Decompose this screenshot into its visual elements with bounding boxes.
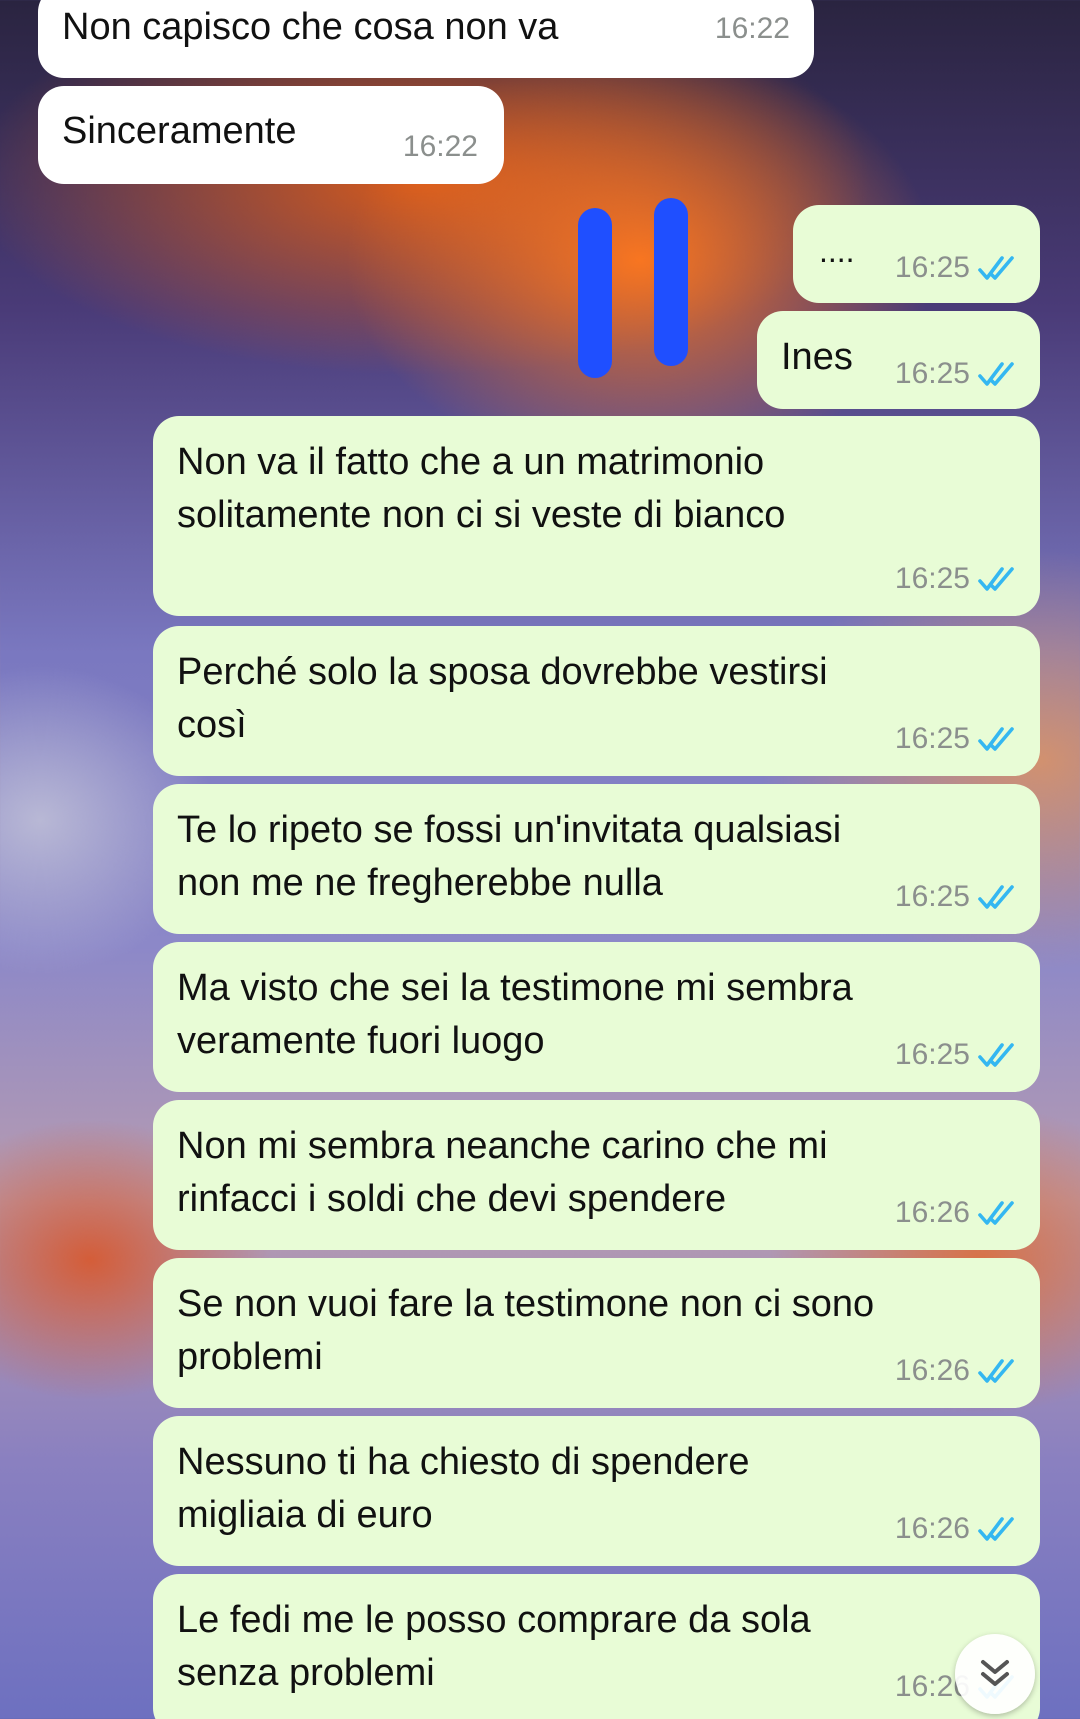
message-text: Nessuno ti ha chiesto di spendere miglia… <box>177 1441 750 1536</box>
read-receipt-icon <box>978 1359 1014 1383</box>
message-text: Ines <box>781 336 853 378</box>
message-time: 16:22 <box>714 12 790 45</box>
message-text: Te lo ripeto se fossi un'invitata qualsi… <box>177 809 842 904</box>
message-bubble-outgoing[interactable]: Ines 16:25 <box>757 311 1040 409</box>
message-text: Non va il fatto che a un matrimonio soli… <box>177 441 786 536</box>
message-time: 16:25 <box>894 880 970 913</box>
redaction-scribble-left <box>578 208 612 378</box>
message-meta: 16:26 <box>895 1354 1020 1388</box>
message-meta: 16:25 <box>895 1038 1020 1072</box>
message-bubble-outgoing[interactable]: Se non vuoi fare la testimone non ci son… <box>153 1258 1040 1408</box>
read-receipt-icon <box>978 1043 1014 1067</box>
message-bubble-outgoing[interactable]: Non va il fatto che a un matrimonio soli… <box>153 416 1040 616</box>
message-meta: 16:25 <box>895 562 1020 596</box>
read-receipt-icon <box>978 727 1014 751</box>
read-receipt-icon <box>978 1517 1014 1541</box>
message-bubble-outgoing[interactable]: Non mi sembra neanche carino che mi rinf… <box>153 1100 1040 1250</box>
message-time: 16:26 <box>894 1512 970 1545</box>
message-text: Se non vuoi fare la testimone non ci son… <box>177 1283 875 1378</box>
read-receipt-icon <box>978 885 1014 909</box>
message-meta: 16:26 <box>895 1196 1020 1230</box>
message-bubble-outgoing[interactable]: Le fedi me le posso comprare da sola sen… <box>153 1574 1040 1719</box>
message-meta: 16:25 <box>895 251 1020 285</box>
message-bubble-outgoing[interactable]: Ma visto che sei la testimone mi sembra … <box>153 942 1040 1092</box>
scroll-to-bottom-button[interactable] <box>955 1634 1035 1714</box>
read-receipt-icon <box>978 1201 1014 1225</box>
read-receipt-icon <box>978 256 1014 280</box>
message-bubble-outgoing[interactable]: Perché solo la sposa dovrebbe vestirsi c… <box>153 626 1040 776</box>
message-time: 16:26 <box>894 1196 970 1229</box>
message-bubble-outgoing[interactable]: Nessuno ti ha chiesto di spendere miglia… <box>153 1416 1040 1566</box>
message-meta: 16:22 <box>403 130 478 164</box>
double-chevron-down-icon <box>981 1660 1009 1686</box>
message-text: Perché solo la sposa dovrebbe vestirsi c… <box>177 651 828 746</box>
message-time: 16:25 <box>894 251 970 284</box>
message-text: Non capisco che cosa non va <box>62 6 559 48</box>
message-time: 16:26 <box>894 1354 970 1387</box>
message-meta: 16:26 <box>895 1512 1020 1546</box>
message-text: Sinceramente <box>62 110 297 152</box>
message-bubble-outgoing[interactable]: .... 16:25 <box>793 205 1040 303</box>
message-bubble-incoming[interactable]: Non capisco che cosa non va 16:22 <box>38 0 814 78</box>
read-receipt-icon <box>978 567 1014 591</box>
message-meta: 16:22 <box>715 12 790 46</box>
message-time: 16:22 <box>402 130 478 163</box>
message-text: .... <box>819 233 855 269</box>
message-time: 16:25 <box>894 722 970 755</box>
message-bubble-incoming[interactable]: Sinceramente 16:22 <box>38 86 504 184</box>
message-time: 16:25 <box>894 562 970 595</box>
message-time: 16:25 <box>894 357 970 390</box>
message-bubble-outgoing[interactable]: Te lo ripeto se fossi un'invitata qualsi… <box>153 784 1040 934</box>
read-receipt-icon <box>978 362 1014 386</box>
message-meta: 16:25 <box>895 357 1020 391</box>
message-text: Le fedi me le posso comprare da sola sen… <box>177 1599 811 1694</box>
message-text: Non mi sembra neanche carino che mi rinf… <box>177 1125 828 1220</box>
message-time: 16:25 <box>894 1038 970 1071</box>
message-text: Ma visto che sei la testimone mi sembra … <box>177 967 853 1062</box>
message-meta: 16:25 <box>895 722 1020 756</box>
message-meta: 16:25 <box>895 880 1020 914</box>
redaction-scribble-right <box>654 198 688 366</box>
